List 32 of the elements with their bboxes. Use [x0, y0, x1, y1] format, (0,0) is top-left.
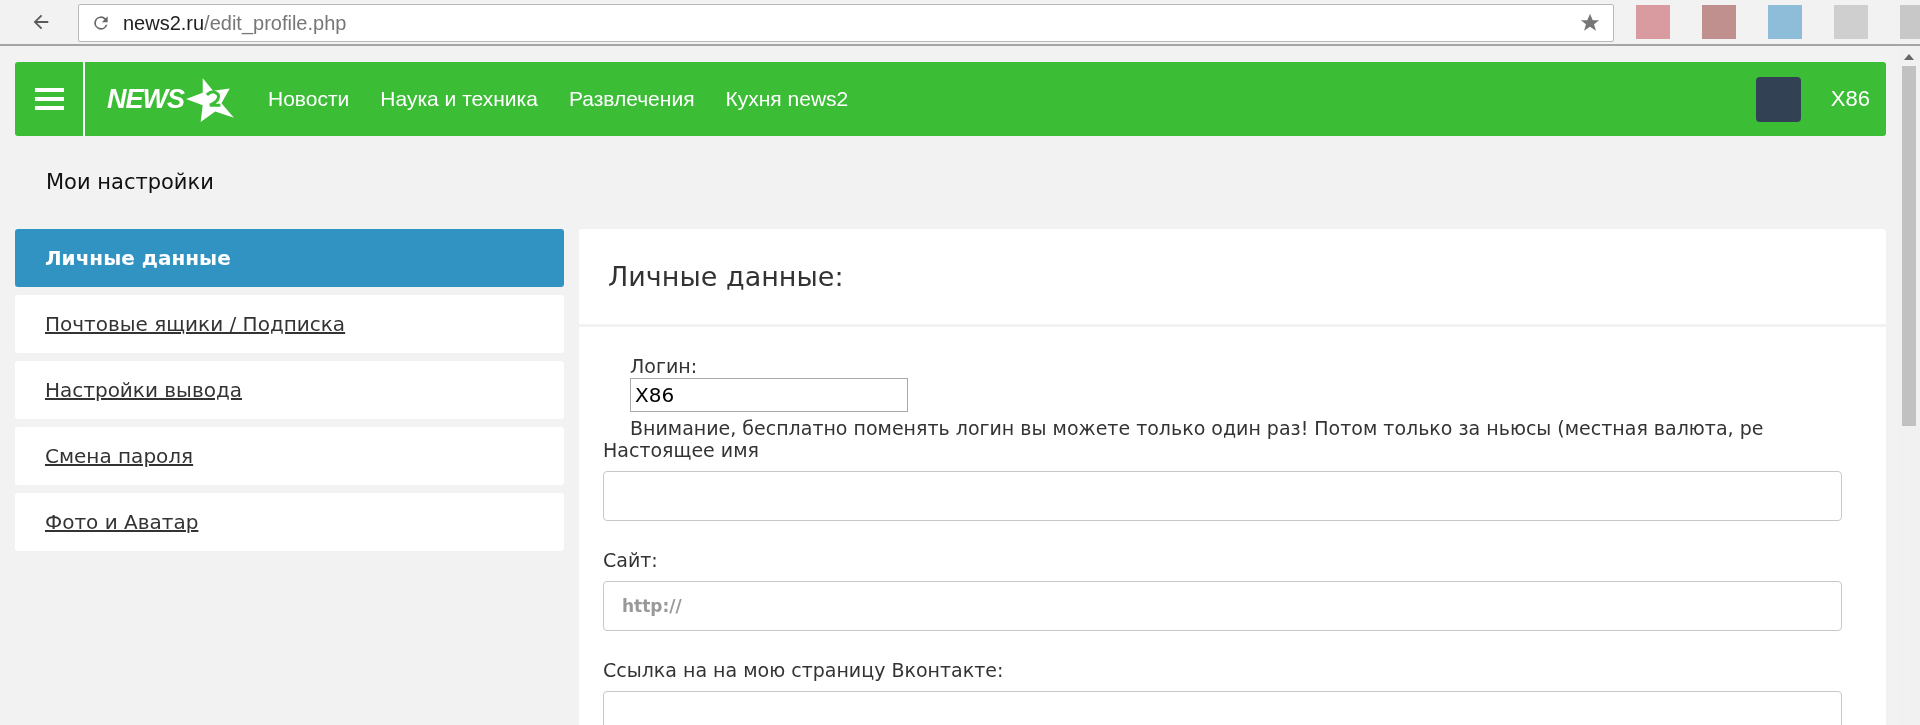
field-label: Ссылка на на мою страницу Вконтакте: — [603, 659, 1005, 681]
avatar-placeholder[interactable] — [1755, 76, 1801, 122]
sidebar-item[interactable]: Почтовые ящики / Подписка — [15, 295, 564, 353]
extension-icon[interactable] — [1768, 5, 1802, 39]
login-notice: Внимание, бесплатно поменять логин вы можете только один раз! Потом только за ньюсы (местная валюта, ре — [630, 417, 1764, 439]
nav-link[interactable]: Наука и техника — [380, 87, 538, 111]
input-field[interactable]: http:// — [603, 581, 1842, 631]
input-field[interactable] — [603, 471, 1842, 521]
address-bar[interactable]: news2.ru/edit_profile.php — [77, 4, 1614, 42]
panel-title: Личные данные: — [608, 261, 844, 292]
sidebar-item[interactable]: Смена пароля — [15, 427, 564, 485]
sidebar-item[interactable]: Личные данные — [15, 229, 564, 287]
page-title: Мои настройки — [45, 169, 215, 196]
sidebar-item[interactable]: Фото и Аватар — [15, 493, 564, 551]
extension-icon[interactable] — [1834, 5, 1868, 39]
url-text: news2.ru/edit_profile.php — [122, 11, 348, 35]
extension-icon[interactable] — [1636, 5, 1670, 39]
login-field[interactable]: X86 — [630, 378, 908, 412]
field-label: Настоящее имя — [603, 439, 760, 461]
scroll-up-icon[interactable] — [1904, 54, 1914, 60]
login-label: Логин: — [630, 355, 698, 377]
extension-icon[interactable] — [1900, 5, 1920, 39]
field-label: Сайт: — [603, 549, 659, 571]
nav-link[interactable]: Кухня news2 — [725, 87, 849, 111]
nav-link[interactable]: Развлечения — [568, 87, 695, 111]
star-logo-icon — [184, 76, 236, 122]
extension-icon[interactable] — [1702, 5, 1736, 39]
username[interactable]: X86 — [1830, 86, 1870, 112]
nav-link[interactable]: Новости — [268, 87, 350, 111]
site-logo[interactable]: NEWS — [107, 76, 236, 122]
scrollbar-thumb[interactable] — [1902, 66, 1916, 426]
sidebar-item[interactable]: Настройки вывода — [15, 361, 564, 419]
